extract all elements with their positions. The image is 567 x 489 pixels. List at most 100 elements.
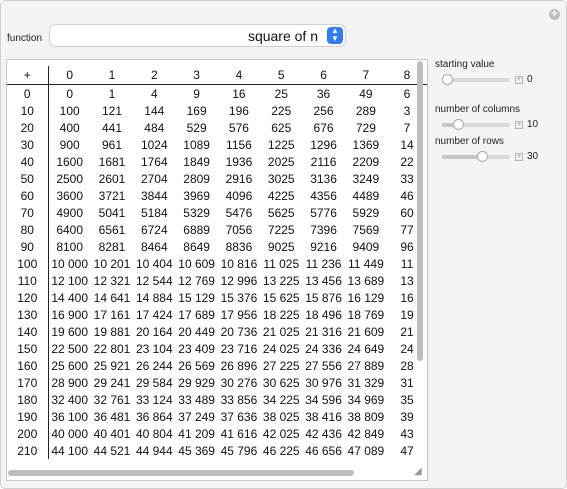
table-cell: 38 809	[347, 409, 385, 424]
table-cell: 169	[186, 103, 207, 118]
table-cell: 7056	[225, 222, 253, 237]
table-row: 0 0 1 4 9 16 25 36 49 6	[7, 84, 427, 102]
table-cell: 17 161	[93, 307, 131, 322]
table-cell: 34 225	[262, 392, 300, 407]
table-row: 20 400 441 484 529 576 625 676 729 7	[7, 119, 427, 136]
add-icon[interactable]: +	[549, 9, 560, 20]
table-row: 140 19 600 19 881 20 164 20 449 20 736 21 025 2…	[7, 323, 427, 340]
table-cell: 441	[101, 120, 123, 135]
column-header: 4	[217, 66, 261, 85]
table-cell: 7569	[352, 222, 380, 237]
table-cell: 13 225	[262, 273, 300, 288]
table-row: 120 14 400 14 641 14 884 15 129 15 376 15 625 1…	[7, 289, 427, 306]
function-dropdown[interactable]: square of n ▲ ▼	[49, 24, 346, 47]
table-cell: 5929	[352, 205, 380, 220]
table-cell: 18 496	[305, 307, 342, 322]
control-slider[interactable]	[442, 151, 510, 162]
expand-control-icon[interactable]: +	[515, 153, 523, 161]
table-cell: 46 656	[305, 443, 342, 458]
row-header: 140	[7, 323, 49, 340]
table-cell: 8464	[140, 239, 168, 254]
table-cell: 37 249	[178, 409, 215, 424]
table-cell: 14 884	[135, 290, 173, 305]
table-cell: 9025	[267, 239, 295, 254]
expand-control-icon[interactable]: +	[515, 76, 523, 84]
horizontal-scroll-thumb[interactable]	[8, 470, 354, 476]
control-label: starting value	[435, 59, 495, 70]
table-cell: 1024	[140, 137, 168, 152]
table-cell: 5184	[140, 205, 168, 220]
table-cell: 8100	[56, 239, 84, 254]
table-cell: 1600	[56, 154, 84, 169]
table-cell: 16 900	[51, 307, 89, 322]
row-header: 80	[7, 221, 49, 238]
control-slider[interactable]	[442, 74, 510, 85]
table-row: 180 32 400 32 761 33 124 33 489 33 856 34 225 3…	[7, 391, 427, 408]
table-cell: 31 329	[347, 375, 385, 390]
table-cell: 3969	[183, 188, 210, 203]
table-cell: 1849	[183, 154, 210, 169]
table-cell: 10 816	[220, 256, 258, 271]
table-cell: 6400	[56, 222, 84, 237]
row-header: 210	[7, 442, 49, 459]
row-header: 150	[7, 340, 49, 357]
table-cell: 36	[316, 86, 331, 101]
table-cell: 36 100	[51, 409, 89, 424]
control-value: 30	[527, 151, 539, 162]
table-cell: 11 025	[263, 256, 300, 271]
table-cell: 33 856	[220, 392, 258, 407]
table-cell: 4489	[352, 188, 380, 203]
table-cell: 5329	[183, 205, 210, 220]
vertical-scroll-thumb[interactable]	[417, 61, 423, 361]
table-cell: 1225	[267, 137, 295, 152]
table-cell: 16	[232, 86, 246, 101]
table-cell: 6561	[98, 222, 126, 237]
table-cell: 26 569	[178, 358, 215, 373]
table-row: 100 10 000 10 201 10 404 10 609 10 816 11 025 1…	[7, 255, 427, 272]
table-cell: 2025	[267, 154, 295, 169]
table-cell: 9216	[310, 239, 337, 254]
column-header: 7	[344, 66, 388, 85]
table-cell: 38 025	[262, 409, 300, 424]
table-cell: 7225	[267, 222, 295, 237]
control-slider[interactable]	[442, 119, 510, 130]
table-row: 70 4900 5041 5184 5329 5476 5625 5776 5929 60	[7, 204, 427, 221]
table-row: 60 3600 3721 3844 3969 4096 4225 4356 4489 46	[7, 187, 427, 204]
row-header: 160	[7, 357, 49, 374]
table-cell: 33 124	[135, 392, 173, 407]
table-cell: 32 761	[93, 392, 131, 407]
row-header: 130	[7, 306, 49, 323]
resize-handle-icon[interactable]: ◢	[414, 466, 426, 478]
table-cell: 24 025	[262, 341, 300, 356]
horizontal-scrollbar[interactable]	[8, 469, 414, 477]
table-cell: 3721	[98, 188, 126, 203]
table-cell: 29 929	[178, 375, 215, 390]
table-cell: 28 900	[51, 375, 89, 390]
table-cell: 23 409	[178, 341, 215, 356]
table-cell: 3600	[56, 188, 84, 203]
vertical-scrollbar[interactable]	[416, 60, 424, 450]
corner-cell: +	[7, 66, 49, 85]
table-cell: 47 089	[347, 443, 385, 458]
table-cell: 29 584	[135, 375, 173, 390]
table-cell: 16 129	[347, 290, 385, 305]
table-cell: 21 025	[262, 324, 300, 339]
slider-knob[interactable]	[442, 74, 453, 85]
table-cell: 3025	[267, 171, 295, 186]
slider-fill	[442, 155, 483, 159]
table-cell: 4	[150, 86, 158, 101]
row-header: 50	[7, 170, 49, 187]
table-cell: 27 556	[305, 358, 342, 373]
table-cell: 1681	[98, 154, 126, 169]
table-cell: 225	[271, 103, 292, 118]
table-cell: 22 801	[93, 341, 131, 356]
row-header: 170	[7, 374, 49, 391]
table-cell: 1936	[225, 154, 253, 169]
row-header: 10	[7, 102, 49, 119]
table-cell: 44 521	[93, 443, 131, 458]
expand-control-icon[interactable]: +	[515, 121, 523, 129]
function-label: function	[7, 33, 43, 44]
table-cell: 12 100	[51, 273, 89, 288]
dropdown-arrows-icon: ▲ ▼	[327, 27, 343, 44]
table-cell: 2500	[56, 171, 84, 186]
